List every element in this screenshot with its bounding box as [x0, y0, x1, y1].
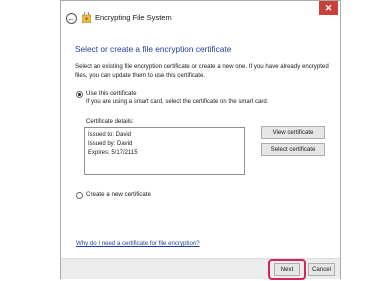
close-button[interactable]: ✕ — [319, 1, 338, 15]
page-description: Select an existing file encryption certi… — [75, 63, 329, 79]
efs-dialog-window: ← Encrypting File System ✕ Select or cre… — [60, 0, 341, 280]
certificate-details-box: Issued to: David Issued by: David Expire… — [84, 127, 245, 175]
expires-line: Expires: 5/17/2115 — [88, 150, 138, 157]
use-certificate-label[interactable]: Use this certificate — [86, 90, 137, 97]
dialog-content: Select or create a file encryption certi… — [61, 35, 340, 258]
issued-to-line: Issued to: David — [88, 132, 132, 138]
page-heading: Select or create a file encryption certi… — [75, 44, 232, 54]
certificate-details-label: Certificate details: — [86, 119, 134, 125]
select-certificate-button[interactable]: Select certificate — [261, 143, 325, 156]
window-title: Encrypting File System — [95, 13, 172, 22]
create-new-certificate-radio[interactable] — [76, 192, 83, 199]
issued-by-line: Issued by: David — [88, 141, 133, 148]
create-new-certificate-label[interactable]: Create a new certificate — [86, 191, 151, 198]
folder-lock-icon — [82, 12, 91, 23]
use-certificate-radio[interactable] — [76, 91, 83, 98]
cancel-button[interactable]: Cancel — [308, 263, 335, 276]
next-button[interactable]: Next — [274, 263, 300, 276]
help-link[interactable]: Why do I need a certificate for file enc… — [76, 240, 200, 247]
smartcard-note: If you are using a smart card, select th… — [86, 99, 269, 105]
view-certificate-button[interactable]: View certificate — [261, 126, 325, 139]
dialog-footer: Next Cancel — [61, 258, 340, 280]
title-bar: ← Encrypting File System ✕ — [61, 1, 340, 35]
back-arrow-icon[interactable]: ← — [66, 13, 77, 24]
